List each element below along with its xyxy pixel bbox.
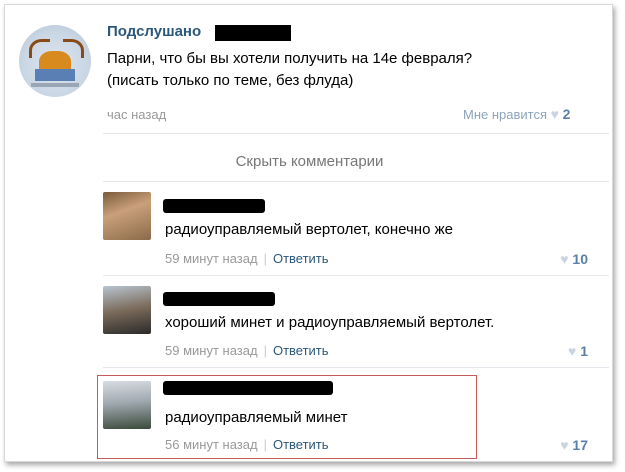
redacted-author-suffix <box>215 25 291 41</box>
group-avatar[interactable] <box>19 25 91 97</box>
separator: | <box>263 251 267 266</box>
comment-time[interactable]: 59 минут назад <box>165 343 258 358</box>
heart-icon: ♥ <box>560 437 569 453</box>
post-card: Подслушано Парни, что бы вы хотели получ… <box>4 4 613 462</box>
comment-meta: 59 минут назад | Ответить <box>165 343 329 358</box>
comment-time[interactable]: 56 минут назад <box>165 437 258 452</box>
redacted-commenter-name <box>163 292 275 306</box>
comment-avatar[interactable] <box>103 286 151 334</box>
hide-comments-link[interactable]: Скрыть комментарии <box>5 153 614 170</box>
comment-meta: 59 минут назад | Ответить <box>165 251 329 266</box>
comment-text: радиоуправляемый вертолет, конечно же <box>165 221 453 238</box>
post-like-count: 2 <box>562 106 571 122</box>
redacted-commenter-name <box>163 199 265 213</box>
comment-meta: 56 минут назад | Ответить <box>165 437 329 452</box>
divider <box>103 133 609 134</box>
reply-link[interactable]: Ответить <box>273 251 329 266</box>
separator: | <box>263 437 267 452</box>
post-like-button[interactable]: Мне нравится ♥ 2 <box>463 106 570 122</box>
divider <box>103 181 609 182</box>
separator: | <box>263 343 267 358</box>
post-like-label: Мне нравится <box>463 107 548 122</box>
comment-text: радиоуправляемый минет <box>165 409 348 426</box>
comment-like-count: 17 <box>572 437 588 453</box>
reply-link[interactable]: Ответить <box>273 437 329 452</box>
comment-like-button[interactable]: ♥ 1 <box>568 343 588 359</box>
post-time[interactable]: час назад <box>107 107 166 122</box>
post-author-name[interactable]: Подслушано <box>107 23 201 40</box>
post-author[interactable]: Подслушано <box>107 23 201 40</box>
reply-link[interactable]: Ответить <box>273 343 329 358</box>
logo-house <box>35 69 75 81</box>
logo-caption <box>31 83 79 87</box>
comment-text: хороший минет и радиоуправляемый вертоле… <box>165 314 495 331</box>
divider <box>103 275 609 276</box>
heart-icon: ♥ <box>560 251 569 267</box>
comment-like-count: 1 <box>580 343 588 359</box>
heart-icon: ♥ <box>550 106 559 122</box>
heart-icon: ♥ <box>568 343 577 359</box>
comment-like-button[interactable]: ♥ 17 <box>560 437 588 453</box>
comment-avatar[interactable] <box>103 381 151 429</box>
post-text: Парни, что бы вы хотели получить на 14е … <box>107 50 473 89</box>
redacted-commenter-name <box>163 381 333 395</box>
comment-time[interactable]: 59 минут назад <box>165 251 258 266</box>
divider <box>103 367 609 368</box>
comment-like-count: 10 <box>572 251 588 267</box>
comment-avatar[interactable] <box>103 192 151 240</box>
comment-like-button[interactable]: ♥ 10 <box>560 251 588 267</box>
